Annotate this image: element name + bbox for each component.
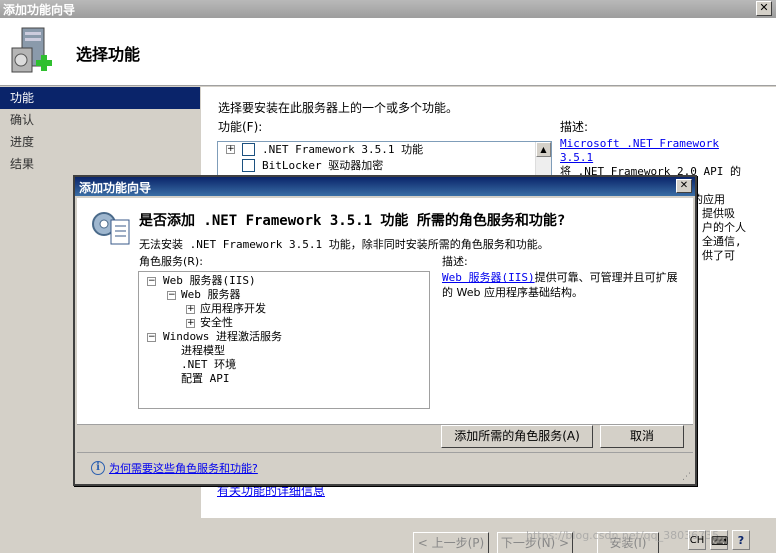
description-label: 描述: (560, 120, 589, 134)
tree-item[interactable]: − Web 服务器 (139, 288, 429, 302)
tree-item[interactable]: + 安全性 (139, 316, 429, 330)
window-close-button[interactable]: ✕ (756, 1, 772, 16)
resize-grip-icon[interactable]: ⋰ (682, 471, 694, 483)
feature-label: BitLocker 驱动器加密 (262, 159, 384, 172)
collapse-icon[interactable]: − (167, 291, 176, 300)
system-tray: CH ⌨ ? (686, 530, 776, 553)
why-needed-row: i 为何需要这些角色服务和功能? (91, 460, 258, 476)
add-required-roles-button[interactable]: 添加所需的角色服务(A) (441, 425, 593, 448)
expand-icon[interactable]: + (186, 319, 195, 328)
tree-item-label: 配置 API (181, 372, 230, 385)
help-icon[interactable]: ? (732, 530, 750, 550)
expand-icon[interactable]: + (186, 305, 195, 314)
prev-button[interactable]: < 上一步(P) (413, 532, 489, 553)
dialog-body: 是否添加 .NET Framework 3.5.1 功能 所需的角色服务和功能?… (77, 198, 693, 424)
tree-item[interactable]: − Web 服务器(IIS) (139, 274, 429, 288)
tree-item[interactable]: − Windows 进程激活服务 (139, 330, 429, 344)
roles-label: 角色服务(R): (139, 255, 203, 268)
tree-item[interactable]: + 应用程序开发 (139, 302, 429, 316)
tree-item-label: .NET 环境 (181, 358, 237, 371)
collapse-icon[interactable]: − (147, 277, 156, 286)
tree-item-label: Windows 进程激活服务 (163, 330, 282, 343)
dialog-description-link[interactable]: Web 服务器(IIS) (442, 271, 535, 284)
scroll-up-arrow-icon[interactable]: ▲ (536, 142, 551, 157)
dialog-title: 添加功能向导 (79, 181, 152, 195)
tree-item-label: 应用程序开发 (200, 302, 266, 315)
tree-item-label: Web 服务器(IIS) (163, 274, 256, 287)
roles-tree[interactable]: − Web 服务器(IIS) − Web 服务器 + 应用程序开发 + 安全性 … (138, 271, 430, 409)
tree-item[interactable]: 进程模型 (139, 344, 429, 358)
why-needed-link[interactable]: 为何需要这些角色服务和功能? (109, 462, 258, 475)
language-indicator[interactable]: CH (688, 530, 706, 550)
window-title: 添加功能向导 (3, 3, 76, 17)
feature-checkbox[interactable] (242, 159, 255, 172)
features-label: 功能(F): (218, 120, 263, 134)
dialog-footer-divider (77, 452, 693, 453)
tree-item-label: 安全性 (200, 316, 233, 329)
gear-checklist-icon (92, 212, 130, 245)
nav-item-progress[interactable]: 进度 (0, 131, 200, 153)
ime-icon[interactable]: ⌨ (710, 530, 728, 550)
nav-item-results[interactable]: 结果 (0, 153, 200, 175)
window-titlebar: 添加功能向导 ✕ (0, 0, 776, 18)
tree-item[interactable]: .NET 环境 (139, 358, 429, 372)
tree-item-label: 进程模型 (181, 344, 225, 357)
dialog-description-label: 描述: (442, 255, 468, 268)
collapse-icon[interactable]: − (147, 333, 156, 342)
tree-item[interactable]: 配置 API (139, 372, 429, 386)
instruction-text: 选择要安装在此服务器上的一个或多个功能。 (218, 101, 459, 115)
server-add-icon (11, 27, 52, 73)
description-link[interactable]: Microsoft .NET Framework 3.5.1 (560, 137, 750, 165)
expand-icon[interactable]: + (226, 145, 235, 154)
dialog-description: Web 服务器(IIS)提供可靠、可管理并且可扩展的 Web 应用程序基础结构。 (442, 270, 682, 300)
feature-row[interactable]: + .NET Framework 3.5.1 功能 (218, 142, 551, 158)
page-title: 选择功能 (76, 45, 141, 64)
feature-label: .NET Framework 3.5.1 功能 (262, 143, 424, 156)
add-features-dialog: 添加功能向导 ✕ 是否添加 .NET Framework 3.5.1 功能 所需… (73, 175, 697, 486)
dialog-titlebar: 添加功能向导 ✕ (75, 177, 695, 196)
dialog-heading: 是否添加 .NET Framework 3.5.1 功能 所需的角色服务和功能? (139, 213, 566, 229)
dialog-close-button[interactable]: ✕ (676, 179, 692, 193)
nav-item-features[interactable]: 功能 (0, 87, 200, 109)
feature-row[interactable]: BitLocker 驱动器加密 (218, 158, 551, 174)
tree-item-label: Web 服务器 (181, 288, 241, 301)
dialog-message: 无法安装 .NET Framework 3.5.1 功能，除非同时安装所需的角色… (139, 238, 549, 251)
cancel-button[interactable]: 取消 (600, 425, 684, 448)
nav-item-confirm[interactable]: 确认 (0, 109, 200, 131)
wizard-header: 选择功能 (0, 18, 776, 86)
feature-checkbox[interactable] (242, 143, 255, 156)
info-icon: i (91, 461, 105, 475)
